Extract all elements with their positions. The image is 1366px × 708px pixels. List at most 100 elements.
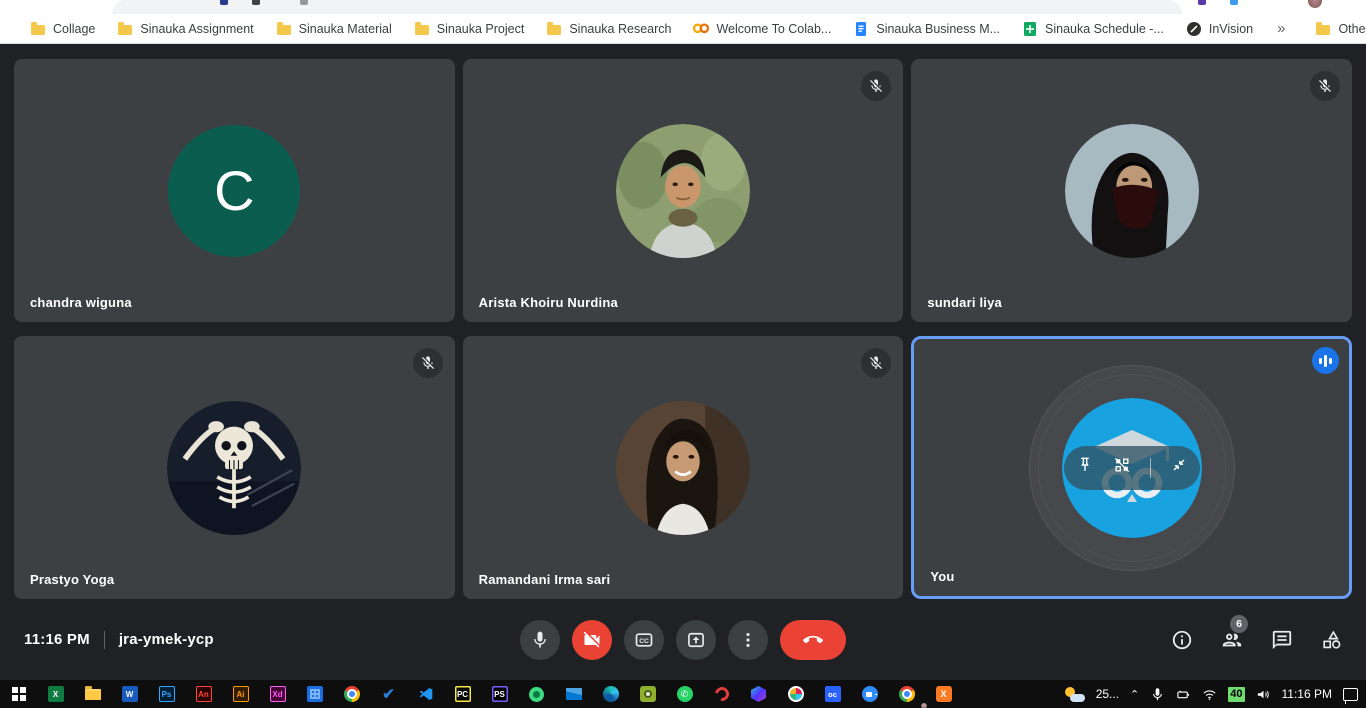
google-docs-icon: [853, 21, 869, 37]
other-bookmarks-label: Other bookmarks: [1338, 22, 1366, 36]
battery-icon[interactable]: [1176, 687, 1191, 702]
avatar-initial: C: [168, 125, 300, 257]
extension-icon[interactable]: [1198, 0, 1206, 5]
bookmarks-overflow-chevron[interactable]: »: [1267, 20, 1295, 37]
bookmark-sinauka-research[interactable]: Sinauka Research: [538, 17, 685, 41]
bookmark-label: Sinauka Business M...: [876, 22, 1000, 36]
bookmark-collage[interactable]: Collage: [22, 17, 109, 41]
bookmark-sinauka-schedule[interactable]: Sinauka Schedule -...: [1014, 17, 1178, 41]
adobe-xd-icon[interactable]: Xd: [259, 680, 296, 708]
weather-icon[interactable]: [1065, 687, 1085, 702]
folder-icon: [118, 25, 132, 35]
remove-tile-icon[interactable]: [1112, 455, 1132, 480]
folder-icon: [415, 25, 429, 35]
action-center-icon[interactable]: [1343, 688, 1358, 701]
mail-icon[interactable]: [555, 680, 592, 708]
present-button[interactable]: [676, 620, 716, 660]
participant-tile-prastyo[interactable]: Prastyo Yoga: [14, 336, 455, 599]
tile-hover-actions: [1064, 446, 1200, 490]
invision-icon: [1186, 21, 1202, 37]
participant-count-badge: 6: [1230, 615, 1248, 633]
bookmark-sinauka-material[interactable]: Sinauka Material: [268, 17, 406, 41]
omnibox-sliver[interactable]: [112, 0, 1182, 14]
folder-icon: [277, 25, 291, 35]
volume-icon[interactable]: [1256, 687, 1271, 702]
illustrator-icon[interactable]: Ai: [222, 680, 259, 708]
svg-text:CC: CC: [639, 637, 649, 644]
bookmark-label: Collage: [53, 22, 95, 36]
participant-tile-arista[interactable]: Arista Khoiru Nurdina: [463, 59, 904, 322]
screen-app-icon[interactable]: [703, 680, 740, 708]
bookmark-label: Sinauka Schedule -...: [1045, 22, 1164, 36]
avatar-photo: [616, 124, 750, 258]
mic-button[interactable]: [520, 620, 560, 660]
video-call-app-icon[interactable]: [851, 680, 888, 708]
bookmarks-bar: Collage Sinauka Assignment Sinauka Mater…: [0, 14, 1366, 44]
camera-app-icon[interactable]: [629, 680, 666, 708]
tray-clock[interactable]: 11:16 PM: [1282, 687, 1332, 701]
speaking-ring: [1029, 365, 1235, 571]
whatsapp-icon[interactable]: ✆: [666, 680, 703, 708]
meeting-info-icon[interactable]: [1170, 628, 1194, 652]
meet-control-bar: 11:16 PM jra-ymek-ycp CC: [0, 599, 1366, 680]
windows-start-icon[interactable]: [0, 680, 37, 708]
activities-icon[interactable]: [1320, 628, 1344, 652]
bookmark-welcome-to-colab[interactable]: Welcome To Colab...: [685, 17, 845, 41]
participant-name: Arista Khoiru Nurdina: [479, 295, 618, 310]
todo-check-icon[interactable]: ✔: [370, 680, 407, 708]
tray-mic-icon[interactable]: [1150, 687, 1165, 702]
participant-tile-ramandani[interactable]: Ramandani Irma sari: [463, 336, 904, 599]
animate-icon[interactable]: An: [185, 680, 222, 708]
extension-icon[interactable]: [1230, 0, 1238, 5]
tray-chevron-icon[interactable]: ⌃: [1130, 688, 1139, 701]
android-emulator-icon[interactable]: [518, 680, 555, 708]
word-icon[interactable]: W: [111, 680, 148, 708]
hang-up-button[interactable]: [780, 620, 846, 660]
calendar-icon[interactable]: [296, 680, 333, 708]
participant-tile-chandra[interactable]: C chandra wiguna: [14, 59, 455, 322]
bookmark-label: InVision: [1209, 22, 1253, 36]
wifi-icon[interactable]: [1202, 687, 1217, 702]
extension-icon[interactable]: [252, 0, 260, 5]
pinwheel-app-icon[interactable]: [777, 680, 814, 708]
participant-tile-sundari[interactable]: sundari liya: [911, 59, 1352, 322]
edge-icon[interactable]: [592, 680, 629, 708]
bookmark-sinauka-project[interactable]: Sinauka Project: [406, 17, 539, 41]
pin-icon[interactable]: [1075, 455, 1095, 480]
battery-meter-badge[interactable]: 40: [1228, 687, 1244, 702]
oc-app-icon[interactable]: oc: [814, 680, 851, 708]
people-icon[interactable]: 6: [1220, 628, 1244, 652]
bookmark-sinauka-business[interactable]: Sinauka Business M...: [845, 17, 1014, 41]
chrome-icon[interactable]: [333, 680, 370, 708]
weather-temperature[interactable]: 25...: [1096, 687, 1119, 701]
participant-name: Prastyo Yoga: [30, 572, 114, 587]
minimize-icon[interactable]: [1169, 455, 1189, 480]
phpstorm-icon[interactable]: PS: [481, 680, 518, 708]
bookmark-sinauka-assignment[interactable]: Sinauka Assignment: [109, 17, 267, 41]
extension-icon[interactable]: [220, 0, 228, 5]
file-explorer-icon[interactable]: [74, 680, 111, 708]
chat-icon[interactable]: [1270, 628, 1294, 652]
pycharm-icon[interactable]: PC: [444, 680, 481, 708]
other-bookmarks[interactable]: Other bookmarks: [1307, 17, 1366, 41]
excel-icon[interactable]: X: [37, 680, 74, 708]
extension-icon[interactable]: [300, 0, 308, 5]
bookmark-label: Welcome To Colab...: [716, 22, 831, 36]
bookmark-invision[interactable]: InVision: [1178, 17, 1267, 41]
camera-off-button[interactable]: [572, 620, 612, 660]
hexagon-app-icon[interactable]: [740, 680, 777, 708]
participant-tile-you[interactable]: You: [911, 336, 1352, 599]
meeting-time: 11:16 PM: [24, 631, 90, 648]
avatar-photo: [1065, 124, 1199, 258]
chrome-profile-icon[interactable]: [888, 680, 925, 708]
photoshop-icon[interactable]: Ps: [148, 680, 185, 708]
bookmark-label: Sinauka Material: [299, 22, 392, 36]
google-sheets-icon: [1022, 21, 1038, 37]
profile-avatar[interactable]: [1308, 0, 1322, 8]
xampp-icon[interactable]: X: [925, 680, 962, 708]
vscode-icon[interactable]: [407, 680, 444, 708]
more-options-button[interactable]: [728, 620, 768, 660]
captions-button[interactable]: CC: [624, 620, 664, 660]
overlay-divider: [1150, 458, 1151, 478]
meet-main: C chandra wiguna: [0, 44, 1366, 680]
